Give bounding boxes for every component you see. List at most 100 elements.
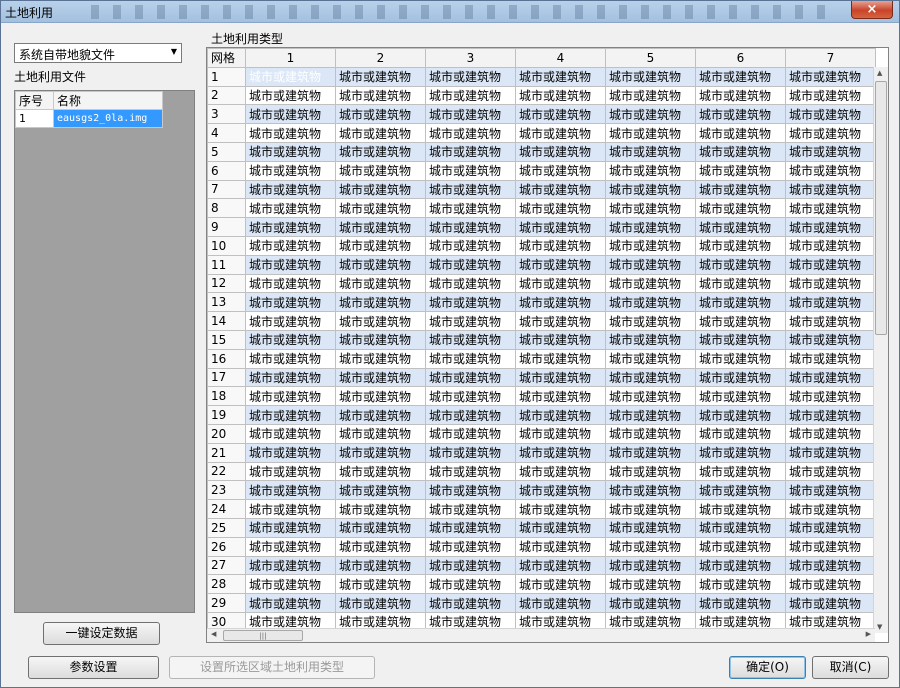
grid-cell[interactable]: 城市或建筑物 (245, 179, 336, 200)
grid-cell[interactable]: 城市或建筑物 (335, 593, 426, 613)
grid-cell[interactable]: 城市或建筑物 (695, 104, 786, 125)
grid-cell[interactable]: 城市或建筑物 (425, 536, 516, 557)
grid-cell[interactable]: 城市或建筑物 (785, 254, 876, 275)
grid-cell[interactable]: 城市或建筑物 (695, 217, 786, 237)
grid-cell[interactable]: 城市或建筑物 (605, 499, 696, 519)
grid-cell[interactable]: 城市或建筑物 (605, 405, 696, 425)
grid-cell[interactable]: 城市或建筑物 (785, 499, 876, 519)
grid-cell[interactable]: 城市或建筑物 (515, 198, 606, 219)
set-region-land-use-button[interactable]: 设置所选区域土地利用类型 (169, 656, 375, 679)
grid-column-header[interactable]: 4 (515, 48, 606, 68)
grid-row-header[interactable]: 5 (207, 141, 246, 162)
grid-row-header[interactable]: 21 (207, 442, 246, 463)
grid-row[interactable]: 2 城市或建筑物 城市或建筑物 城市或建筑物 城市或建筑物 城市或建筑物 城市或建筑物 城市或… (207, 85, 876, 106)
grid-cell[interactable]: 城市或建筑物 (785, 311, 876, 331)
grid-cell[interactable]: 城市或建筑物 (245, 311, 336, 331)
grid-cell[interactable]: 城市或建筑物 (785, 329, 876, 350)
grid-column-header[interactable]: 5 (605, 48, 696, 68)
grid-row-header[interactable]: 9 (207, 217, 246, 237)
grid-cell[interactable]: 城市或建筑物 (335, 273, 426, 294)
grid-cell[interactable]: 城市或建筑物 (605, 311, 696, 331)
grid-cell[interactable]: 城市或建筑物 (785, 593, 876, 613)
grid-cell[interactable]: 城市或建筑物 (695, 311, 786, 331)
grid-cell[interactable]: 城市或建筑物 (425, 499, 516, 519)
grid-row-header[interactable]: 6 (207, 160, 246, 181)
grid-cell[interactable]: 城市或建筑物 (245, 348, 336, 369)
grid-cell[interactable]: 城市或建筑物 (605, 442, 696, 463)
grid-cell[interactable]: 城市或建筑物 (425, 348, 516, 369)
vertical-scroll-thumb[interactable] (875, 81, 887, 335)
grid-cell[interactable]: 城市或建筑物 (785, 480, 876, 501)
grid-cell[interactable]: 城市或建筑物 (695, 141, 786, 162)
grid-cell[interactable]: 城市或建筑物 (605, 123, 696, 143)
grid-row[interactable]: 9 城市或建筑物 城市或建筑物 城市或建筑物 城市或建筑物 城市或建筑物 城市或建筑物 城市或… (207, 217, 876, 237)
grid-cell[interactable]: 城市或建筑物 (335, 442, 426, 463)
grid-cell[interactable]: 城市或建筑物 (515, 574, 606, 595)
grid-cell[interactable]: 城市或建筑物 (785, 423, 876, 444)
grid-cell[interactable]: 城市或建筑物 (335, 461, 426, 482)
grid-row[interactable]: 8 城市或建筑物 城市或建筑物 城市或建筑物 城市或建筑物 城市或建筑物 城市或建筑物 城市或… (207, 198, 876, 219)
grid-cell[interactable]: 城市或建筑物 (425, 141, 516, 162)
grid-cell[interactable]: 城市或建筑物 (425, 217, 516, 237)
grid-cell[interactable]: 城市或建筑物 (245, 254, 336, 275)
grid-cell[interactable]: 城市或建筑物 (605, 179, 696, 200)
grid-cell[interactable]: 城市或建筑物 (335, 536, 426, 557)
grid-cell[interactable]: 城市或建筑物 (785, 66, 876, 87)
file-row-name[interactable]: eausgs2_0la.img (53, 109, 163, 128)
grid-cell[interactable]: 城市或建筑物 (425, 480, 516, 501)
grid-cell[interactable]: 城市或建筑物 (245, 574, 336, 595)
grid-cell[interactable]: 城市或建筑物 (785, 517, 876, 538)
grid-cell[interactable]: 城市或建筑物 (335, 292, 426, 313)
grid-cell[interactable]: 城市或建筑物 (515, 593, 606, 613)
grid-cell[interactable]: 城市或建筑物 (605, 555, 696, 576)
grid-cell[interactable]: 城市或建筑物 (695, 329, 786, 350)
grid-cell[interactable]: 城市或建筑物 (335, 66, 426, 87)
grid-row-header[interactable]: 16 (207, 348, 246, 369)
grid-cell[interactable]: 城市或建筑物 (515, 141, 606, 162)
grid-row-header[interactable]: 17 (207, 367, 246, 388)
grid-cell[interactable]: 城市或建筑物 (425, 179, 516, 200)
grid-cell[interactable]: 城市或建筑物 (425, 405, 516, 425)
scroll-left-icon[interactable]: ◀ (211, 630, 216, 638)
grid-row[interactable]: 6 城市或建筑物 城市或建筑物 城市或建筑物 城市或建筑物 城市或建筑物 城市或建筑物 城市或… (207, 160, 876, 181)
grid-cell[interactable]: 城市或建筑物 (605, 141, 696, 162)
grid-cell[interactable]: 城市或建筑物 (515, 348, 606, 369)
grid-cell[interactable]: 城市或建筑物 (335, 217, 426, 237)
header-index[interactable]: 序号 (15, 91, 54, 110)
grid-cell[interactable]: 城市或建筑物 (335, 348, 426, 369)
grid-row-header[interactable]: 14 (207, 311, 246, 331)
grid-cell[interactable]: 城市或建筑物 (695, 405, 786, 425)
grid-cell[interactable]: 城市或建筑物 (425, 442, 516, 463)
grid-cell[interactable]: 城市或建筑物 (515, 235, 606, 256)
grid-row[interactable]: 29 城市或建筑物 城市或建筑物 城市或建筑物 城市或建筑物 城市或建筑物 城市或建筑物 城市… (207, 593, 876, 613)
grid-row[interactable]: 22 城市或建筑物 城市或建筑物 城市或建筑物 城市或建筑物 城市或建筑物 城市或建筑物 城市… (207, 461, 876, 482)
grid-cell[interactable]: 城市或建筑物 (785, 141, 876, 162)
grid-row[interactable]: 16 城市或建筑物 城市或建筑物 城市或建筑物 城市或建筑物 城市或建筑物 城市或建筑物 城市… (207, 348, 876, 369)
grid-cell[interactable]: 城市或建筑物 (785, 367, 876, 388)
grid-column-header[interactable]: 6 (695, 48, 786, 68)
grid-cell[interactable]: 城市或建筑物 (245, 499, 336, 519)
file-list[interactable]: 序号 名称 1 eausgs2_0la.img (14, 90, 195, 613)
grid-cell[interactable]: 城市或建筑物 (245, 517, 336, 538)
grid-cell[interactable]: 城市或建筑物 (245, 123, 336, 143)
grid-cell[interactable]: 城市或建筑物 (695, 66, 786, 87)
grid-cell[interactable]: 城市或建筑物 (605, 217, 696, 237)
grid-cell[interactable]: 城市或建筑物 (425, 254, 516, 275)
grid-cell[interactable]: 城市或建筑物 (605, 160, 696, 181)
grid-cell[interactable]: 城市或建筑物 (425, 574, 516, 595)
grid-cell[interactable]: 城市或建筑物 (425, 66, 516, 87)
grid-cell[interactable]: 城市或建筑物 (425, 367, 516, 388)
grid-row-header[interactable]: 11 (207, 254, 246, 275)
grid-cell[interactable]: 城市或建筑物 (695, 555, 786, 576)
grid-cell[interactable]: 城市或建筑物 (695, 273, 786, 294)
parameter-settings-button[interactable]: 参数设置 (28, 656, 159, 679)
grid-cell[interactable]: 城市或建筑物 (335, 254, 426, 275)
grid-cell[interactable]: 城市或建筑物 (605, 593, 696, 613)
grid-row-header[interactable]: 10 (207, 235, 246, 256)
grid-row[interactable]: 28 城市或建筑物 城市或建筑物 城市或建筑物 城市或建筑物 城市或建筑物 城市或建筑物 城市… (207, 574, 876, 595)
grid-cell[interactable]: 城市或建筑物 (425, 311, 516, 331)
grid-cell[interactable]: 城市或建筑物 (785, 386, 876, 407)
grid-cell[interactable]: 城市或建筑物 (245, 480, 336, 501)
grid-cell[interactable]: 城市或建筑物 (605, 574, 696, 595)
header-name[interactable]: 名称 (53, 91, 163, 110)
